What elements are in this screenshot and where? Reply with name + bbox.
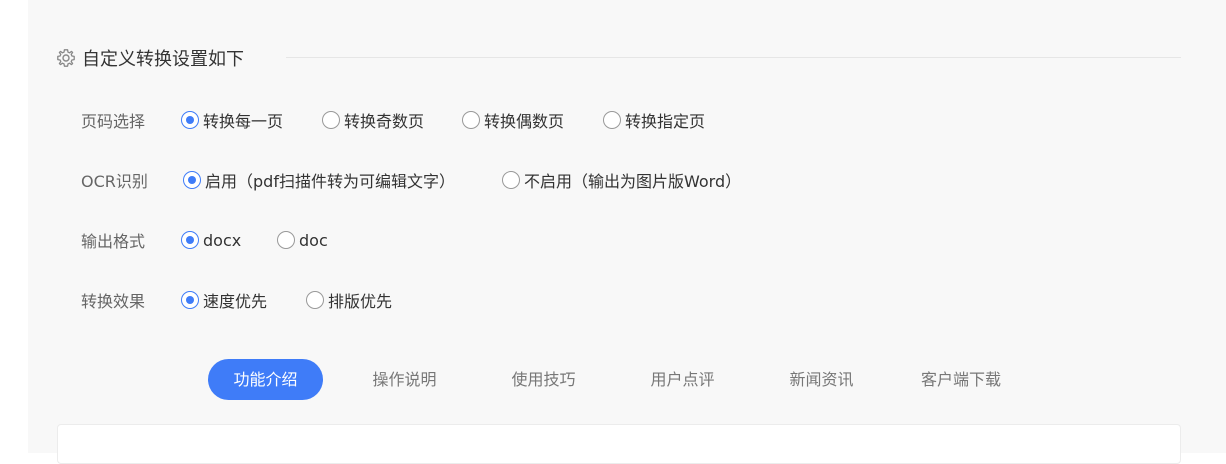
page-custom-option[interactable]: 转换指定页 [603, 108, 705, 132]
gear-icon [56, 48, 76, 68]
conversion-effect-row: 转换效果 速度优先 排版优先 [81, 288, 392, 312]
tab-instructions[interactable]: 操作说明 [323, 359, 486, 400]
radio-checked-icon[interactable] [181, 291, 199, 309]
page-even-option[interactable]: 转换偶数页 [462, 108, 603, 132]
radio-unchecked-icon[interactable] [603, 111, 621, 129]
radio-unchecked-icon[interactable] [502, 171, 520, 189]
page-all-option[interactable]: 转换每一页 [181, 108, 322, 132]
output-format-label: 输出格式 [81, 232, 146, 251]
layout-priority-option[interactable]: 排版优先 [306, 288, 392, 312]
ocr-row: OCR识别 启用（pdf扫描件转为可编辑文字） 不启用（输出为图片版Word） [81, 168, 741, 192]
radio-unchecked-icon[interactable] [462, 111, 480, 129]
section-header: 自定义转换设置如下 [56, 46, 244, 70]
tab-tips[interactable]: 使用技巧 [486, 359, 601, 400]
output-format-row: 输出格式 docx doc [81, 228, 328, 252]
info-tabs: 功能介绍 操作说明 使用技巧 用户点评 新闻资讯 客户端下载 [208, 359, 1043, 400]
tab-features[interactable]: 功能介绍 [208, 359, 323, 400]
radio-unchecked-icon[interactable] [322, 111, 340, 129]
speed-priority-option[interactable]: 速度优先 [181, 288, 306, 312]
section-title: 自定义转换设置如下 [82, 49, 244, 70]
radio-unchecked-icon[interactable] [306, 291, 324, 309]
ocr-disable-option[interactable]: 不启用（输出为图片版Word） [502, 168, 741, 192]
format-docx-option[interactable]: docx [181, 231, 277, 250]
radio-unchecked-icon[interactable] [277, 231, 295, 249]
ocr-enable-option[interactable]: 启用（pdf扫描件转为可编辑文字） [183, 168, 502, 192]
section-divider [286, 57, 1181, 58]
radio-checked-icon[interactable] [181, 231, 199, 249]
format-doc-option[interactable]: doc [277, 231, 328, 250]
tab-news[interactable]: 新闻资讯 [764, 359, 879, 400]
conversion-effect-label: 转换效果 [81, 292, 146, 311]
page-selection-row: 页码选择 转换每一页 转换奇数页 转换偶数页 转换指定页 [81, 108, 705, 132]
page-odd-option[interactable]: 转换奇数页 [322, 108, 462, 132]
radio-checked-icon[interactable] [181, 111, 199, 129]
radio-checked-icon[interactable] [183, 171, 201, 189]
tab-client-download[interactable]: 客户端下载 [879, 359, 1043, 400]
tab-reviews[interactable]: 用户点评 [601, 359, 764, 400]
settings-panel: 自定义转换设置如下 页码选择 转换每一页 转换奇数页 转换偶数页 转换指定页 O… [28, 0, 1226, 464]
page-selection-label: 页码选择 [81, 112, 146, 131]
ocr-label: OCR识别 [81, 172, 148, 191]
tab-content-box [57, 424, 1181, 464]
